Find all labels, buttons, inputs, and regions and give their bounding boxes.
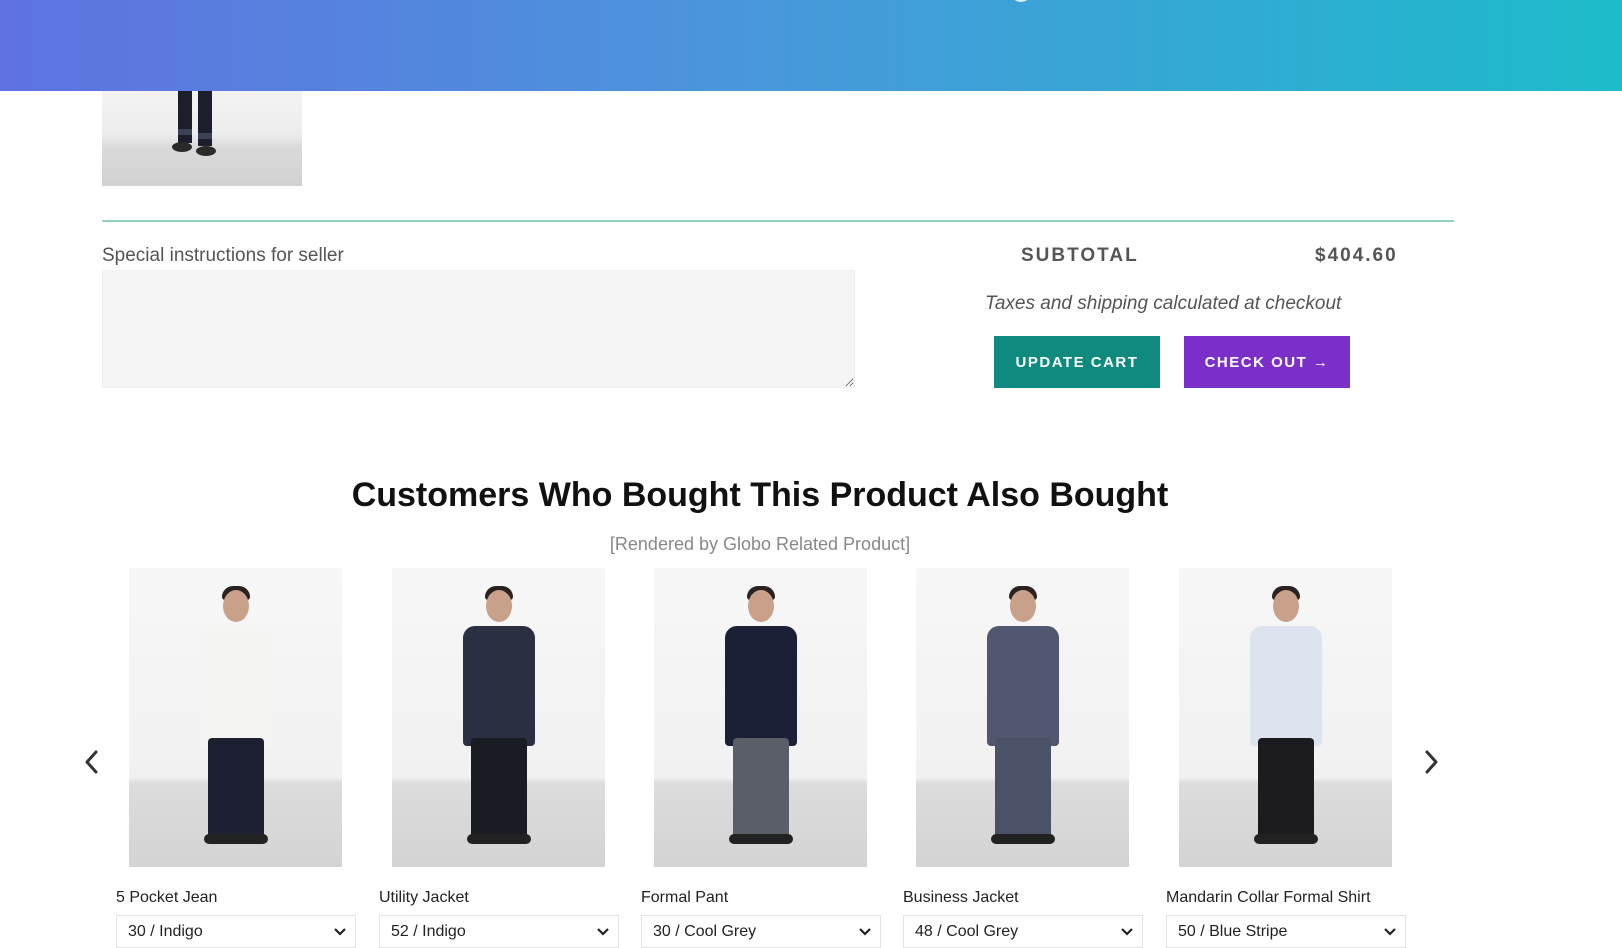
subtotal-label: SUBTOTAL [1021, 245, 1139, 266]
model-top [986, 626, 1059, 746]
variant-select[interactable]: 50 / Blue Stripe [1166, 915, 1406, 948]
cart-item-thumbnail[interactable] [102, 91, 302, 186]
model-head [485, 590, 512, 622]
variant-select[interactable]: 30 / Indigo [116, 915, 356, 948]
product-card[interactable]: Formal Pant 30 / Cool Grey [641, 568, 881, 948]
model-shoes [1253, 834, 1318, 844]
variant-select[interactable]: 30 / Cool Grey [641, 915, 881, 948]
product-image[interactable] [392, 568, 605, 867]
notes-label: Special instructions for seller [102, 245, 344, 266]
model-shoes [203, 834, 268, 844]
chevron-down-icon [334, 927, 346, 936]
product-image[interactable] [916, 568, 1129, 867]
model-bottom [207, 738, 264, 838]
product-card[interactable]: Business Jacket 48 / Cool Grey [903, 568, 1143, 948]
update-cart-button[interactable]: UPDATE CART [994, 336, 1160, 388]
carousel-next-button[interactable] [1419, 748, 1443, 776]
model-bottom [470, 738, 527, 838]
model-top [462, 626, 535, 746]
model-head [1272, 590, 1299, 622]
chevron-down-icon [1384, 927, 1396, 936]
model-bottom [1257, 738, 1314, 838]
chevron-right-icon [1425, 750, 1438, 774]
model-head [747, 590, 774, 622]
chevron-left-icon [85, 750, 98, 774]
product-name[interactable]: Formal Pant [641, 889, 881, 909]
model-shoes [990, 834, 1055, 844]
notes-textarea[interactable] [102, 270, 855, 388]
product-name[interactable]: Mandarin Collar Formal Shirt [1166, 889, 1406, 909]
model-top [1249, 626, 1322, 746]
checkout-button[interactable]: CHECK OUT → [1184, 336, 1350, 388]
variant-select[interactable]: 48 / Cool Grey [903, 915, 1143, 948]
chevron-down-icon [597, 927, 609, 936]
model-bottom [732, 738, 789, 838]
tax-note: Taxes and shipping calculated at checkou… [985, 293, 1342, 314]
cart-item-figure [172, 91, 216, 156]
product-card[interactable]: Mandarin Collar Formal Shirt 50 / Blue S… [1166, 568, 1406, 948]
cart-divider [102, 220, 1454, 222]
product-card[interactable]: Utility Jacket 52 / Indigo [379, 568, 619, 948]
product-name[interactable]: Business Jacket [903, 889, 1143, 909]
model-shoes [466, 834, 531, 844]
product-image[interactable] [1179, 568, 1392, 867]
model-head [1009, 590, 1036, 622]
model-top [724, 626, 797, 746]
carousel-prev-button[interactable] [80, 748, 104, 776]
product-image[interactable] [654, 568, 867, 867]
header-logo-fragment [1010, 0, 1032, 2]
subtotal-value: $404.60 [1315, 245, 1398, 266]
chevron-down-icon [859, 927, 871, 936]
model-bottom [994, 738, 1051, 838]
product-image[interactable] [129, 568, 342, 867]
product-name[interactable]: Utility Jacket [379, 889, 619, 909]
related-section-title: Customers Who Bought This Product Also B… [351, 476, 1169, 514]
model-head [222, 590, 249, 622]
chevron-down-icon [1121, 927, 1133, 936]
product-card[interactable]: 5 Pocket Jean 30 / Indigo [116, 568, 356, 948]
related-section-subtitle: [Rendered by Globo Related Product] [609, 534, 911, 554]
model-shoes [728, 834, 793, 844]
product-name[interactable]: 5 Pocket Jean [116, 889, 356, 909]
variant-select[interactable]: 52 / Indigo [379, 915, 619, 948]
header-banner [0, 0, 1622, 91]
model-top [199, 626, 272, 746]
